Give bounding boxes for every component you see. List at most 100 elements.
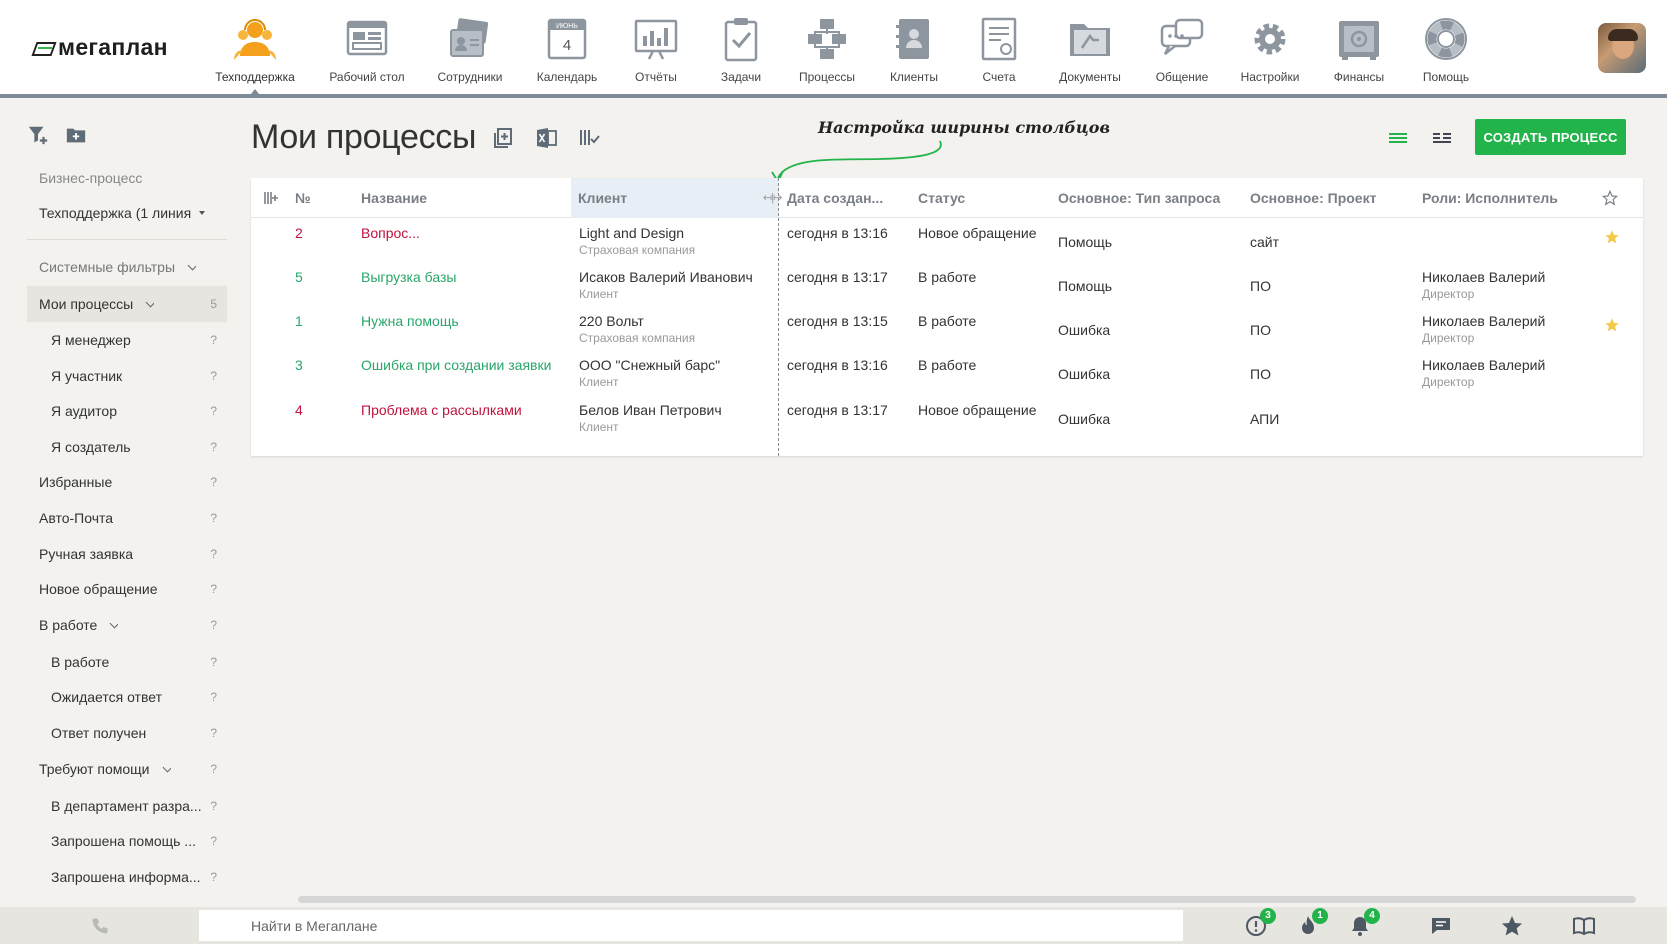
process-select[interactable]: Техподдержка (1 линия <box>39 205 206 221</box>
sidebar-item-label: Я участник <box>51 368 123 384</box>
knowledge-book-icon[interactable] <box>1572 914 1596 938</box>
nav-item-desktop[interactable]: Рабочий стол <box>327 0 407 94</box>
executor-cell: Николаев Валерий Директор <box>1422 313 1545 345</box>
sidebar-filter-item[interactable]: Авто-Почта? <box>27 500 227 536</box>
created-date: сегодня в 13:15 <box>787 313 888 329</box>
created-date: сегодня в 13:17 <box>787 269 888 285</box>
sidebar-filter-item[interactable]: Я создатель? <box>27 429 227 465</box>
calendar-icon: ИЮНЬ 4 <box>547 18 587 60</box>
logo[interactable]: мегаплан <box>34 34 168 61</box>
sidebar-item-count: ? <box>210 655 217 669</box>
process-name-link[interactable]: Нужна помощь <box>361 313 459 329</box>
client-type: Клиент <box>579 287 619 301</box>
column-header-type[interactable]: Основное: Тип запроса <box>1058 178 1220 218</box>
request-type: Ошибка <box>1058 366 1111 382</box>
executor-name: Николаев Валерий <box>1422 357 1546 373</box>
sidebar-filter-item[interactable]: Запрошена помощь ...? <box>27 823 227 859</box>
created-date: сегодня в 13:17 <box>787 402 888 418</box>
sidebar-filter-item[interactable]: Я участник? <box>27 358 227 394</box>
list-view-icon[interactable] <box>1386 128 1410 148</box>
sidebar-filter-item[interactable]: Ответ получен? <box>27 715 227 751</box>
global-search-input[interactable] <box>199 910 1183 941</box>
process-name-link[interactable]: Вопрос... <box>361 225 420 241</box>
nav-item-support[interactable]: Техподдержка <box>215 0 295 94</box>
request-type: Помощь <box>1058 278 1113 294</box>
sidebar-filter-item[interactable]: В департамент разра...? <box>27 788 227 824</box>
sidebar: Бизнес-процесс Техподдержка (1 линия Сис… <box>27 110 227 902</box>
sidebar-item-count: ? <box>210 618 217 632</box>
column-header-project[interactable]: Основное: Проект <box>1250 178 1376 218</box>
column-settings-icon[interactable] <box>577 126 601 150</box>
horizontal-scrollbar[interactable] <box>298 896 1636 903</box>
notifications-button[interactable]: 4 <box>1348 908 1380 938</box>
copy-icon[interactable] <box>491 126 515 150</box>
client-cell[interactable]: 220 Вольт Страховая компания <box>579 313 695 345</box>
client-cell[interactable]: ООО "Снежный барс" Клиент <box>579 357 720 389</box>
process-name-link[interactable]: Ошибка при создании заявки <box>361 357 551 373</box>
client-type: Страховая компания <box>579 331 696 345</box>
sidebar-filter-item[interactable]: Избранные? <box>27 464 227 500</box>
sidebar-filter-item[interactable]: Мои процессы 5 <box>27 286 227 322</box>
messages-icon[interactable] <box>1429 914 1453 938</box>
active-pointer-icon <box>251 89 259 94</box>
client-cell[interactable]: Light and Design Страховая компания <box>579 225 695 257</box>
sidebar-filter-item[interactable]: В работе? <box>27 644 227 680</box>
sidebar-filter-item[interactable]: Ожидается ответ? <box>27 679 227 715</box>
process-section-label: Бизнес-процесс <box>39 170 143 186</box>
sidebar-filter-item[interactable]: Я аудитор? <box>27 393 227 429</box>
column-resize-guide <box>778 178 779 456</box>
sidebar-filter-item[interactable]: В работе? <box>27 607 227 643</box>
table-row[interactable]: 2 Вопрос... Light and Design Страховая комп… <box>251 218 1643 262</box>
executor-name: Николаев Валерий <box>1422 269 1546 285</box>
alerts-button[interactable]: 3 <box>1244 908 1276 938</box>
column-header-client[interactable]: Клиент <box>571 178 779 218</box>
sidebar-filter-item[interactable]: Я менеджер? <box>27 322 227 358</box>
detailed-view-icon[interactable] <box>1430 128 1454 148</box>
client-cell[interactable]: Исаков Валерий Иванович Клиент <box>579 269 753 301</box>
sidebar-item-label: Авто-Почта <box>39 510 114 526</box>
client-cell[interactable]: Белов Иван Петрович Клиент <box>579 402 722 434</box>
process-name-link[interactable]: Проблема с рассылками <box>361 402 522 418</box>
sidebar-item-count: ? <box>210 404 217 418</box>
column-header-created[interactable]: Дата создан... <box>787 178 883 218</box>
project-name: ПО <box>1250 366 1271 382</box>
reports-icon <box>634 19 678 60</box>
executor-position: Директор <box>1422 375 1475 389</box>
sidebar-filter-item[interactable]: Запрошена информа...? <box>27 859 227 895</box>
table-row[interactable]: 3 Ошибка при создании заявки ООО "Снежный … <box>251 350 1643 394</box>
excel-export-icon[interactable] <box>534 126 558 150</box>
sidebar-filter-item[interactable]: Новое обращение? <box>27 571 227 607</box>
request-type: Помощь <box>1058 234 1113 250</box>
favorites-star-icon[interactable] <box>1500 914 1524 938</box>
sidebar-item-label: Требуют помощи <box>39 761 171 777</box>
starred-icon[interactable] <box>1604 229 1620 245</box>
column-header-status[interactable]: Статус <box>918 178 965 218</box>
column-header-num[interactable]: № <box>295 178 311 218</box>
process-name-link[interactable]: Выгрузка базы <box>361 269 456 285</box>
add-folder-icon[interactable] <box>65 124 87 146</box>
table-row[interactable]: 4 Проблема с рассылками Белов Иван Петрови… <box>251 395 1643 439</box>
column-header-name[interactable]: Название <box>361 178 427 218</box>
sidebar-filter-item[interactable]: Требуют помощи? <box>27 751 227 787</box>
starred-icon[interactable] <box>1604 317 1620 333</box>
bottom-bar: 3 1 4 <box>0 907 1667 944</box>
desktop-icon <box>346 20 388 56</box>
sidebar-group-header[interactable]: Системные фильтры <box>27 249 227 285</box>
sidebar-item-label: В работе <box>51 654 110 670</box>
sidebar-item-count: ? <box>210 799 217 813</box>
hot-button[interactable]: 1 <box>1296 908 1328 938</box>
phone-icon[interactable] <box>90 916 110 936</box>
executor-position: Директор <box>1422 287 1475 301</box>
create-process-button[interactable]: СОЗДАТЬ ПРОЦЕСС <box>1475 119 1626 155</box>
sidebar-filter-item[interactable]: Ручная заявка? <box>27 536 227 572</box>
table-columns-icon[interactable] <box>263 190 279 206</box>
table-row[interactable]: 5 Выгрузка базы Исаков Валерий Иванович Кли… <box>251 262 1643 306</box>
column-header-role[interactable]: Роли: Исполнитель <box>1422 178 1558 218</box>
notifications-badge: 4 <box>1364 908 1380 924</box>
avatar[interactable] <box>1598 23 1646 73</box>
add-filter-icon[interactable] <box>27 124 49 146</box>
favorite-column-star-icon[interactable] <box>1602 190 1618 206</box>
alerts-badge: 3 <box>1260 908 1276 924</box>
table-row[interactable]: 1 Нужна помощь 220 Вольт Страховая компания… <box>251 306 1643 350</box>
nav-item-help[interactable]: Помощь <box>1406 0 1486 94</box>
